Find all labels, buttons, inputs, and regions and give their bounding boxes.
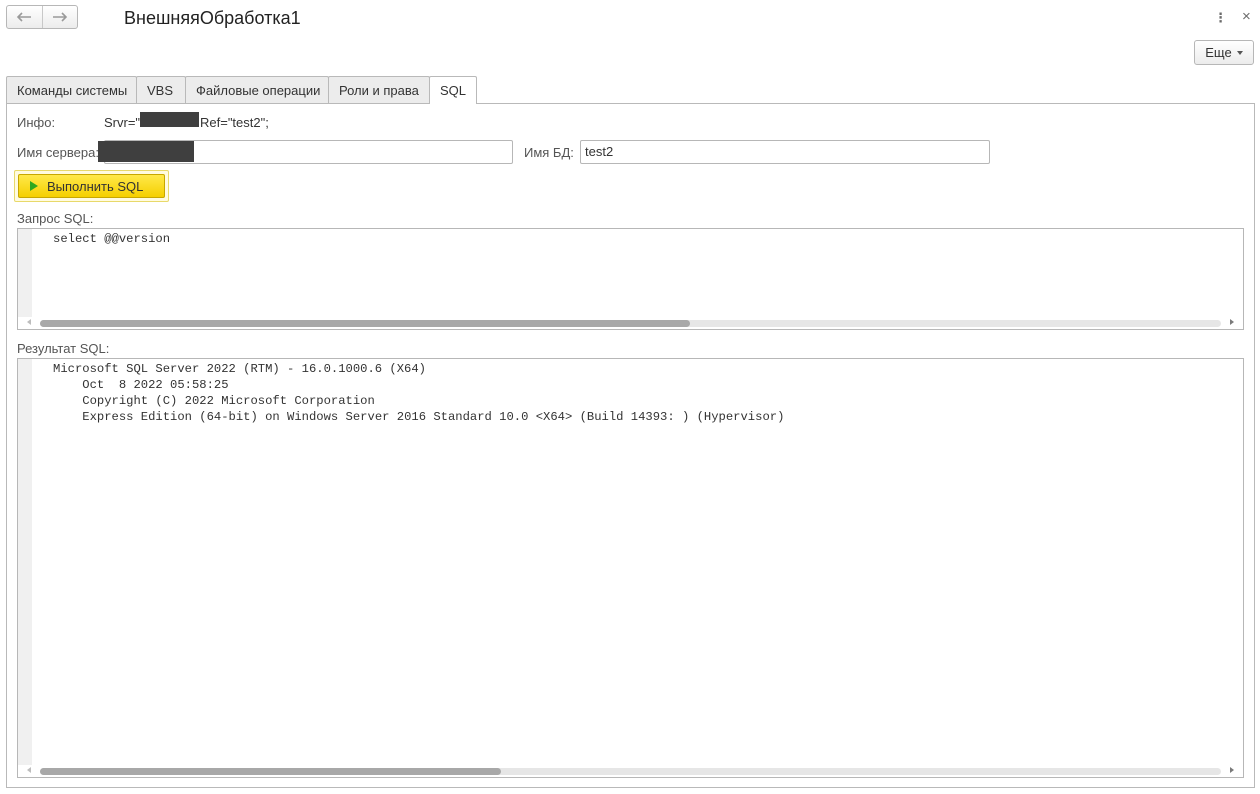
scrollbar-thumb[interactable] bbox=[40, 320, 690, 327]
tab-label: Роли и права bbox=[339, 82, 419, 98]
tab-sql[interactable]: SQL bbox=[429, 76, 477, 104]
scrollbar-track[interactable] bbox=[40, 320, 1221, 327]
run-sql-button-label: Выполнить SQL bbox=[47, 178, 144, 194]
result-horizontal-scrollbar[interactable] bbox=[18, 765, 1243, 777]
info-value-suffix: Ref="test2"; bbox=[200, 115, 269, 130]
form-title: ВнешняяОбработка1 bbox=[124, 8, 301, 28]
sql-query-editor[interactable]: select @@version bbox=[17, 228, 1244, 330]
tab-label: SQL bbox=[440, 83, 467, 98]
more-button[interactable]: Еще bbox=[1194, 40, 1254, 65]
more-button-label: Еще bbox=[1205, 45, 1232, 60]
tab-vbs[interactable]: VBS bbox=[136, 76, 186, 103]
info-label: Инфо: bbox=[17, 115, 56, 130]
forward-button[interactable] bbox=[41, 6, 78, 28]
run-button-focus-frame: Выполнить SQL bbox=[14, 170, 169, 202]
arrow-left-icon bbox=[17, 12, 32, 22]
tab-label: Команды системы bbox=[17, 82, 128, 98]
db-name-input[interactable]: test2 bbox=[580, 140, 990, 164]
arrow-right-icon bbox=[52, 12, 67, 22]
sql-result-label: Результат SQL: bbox=[17, 341, 110, 356]
redacted-block bbox=[140, 112, 199, 127]
info-value-prefix: Srvr=" bbox=[104, 115, 141, 130]
play-icon bbox=[30, 181, 38, 191]
chevron-down-icon bbox=[1236, 50, 1243, 55]
tab-bar: Команды системы VBS Файловые операции Ро… bbox=[6, 76, 477, 104]
run-sql-button[interactable]: Выполнить SQL bbox=[18, 174, 165, 198]
navigation-buttons bbox=[6, 5, 78, 29]
scroll-right-icon[interactable] bbox=[1230, 767, 1234, 773]
sql-query-label: Запрос SQL: bbox=[17, 211, 94, 226]
tab-system-commands[interactable]: Команды системы bbox=[6, 76, 137, 103]
tab-file-operations[interactable]: Файловые операции bbox=[185, 76, 329, 103]
back-button[interactable] bbox=[7, 6, 42, 28]
scroll-left-icon[interactable] bbox=[27, 319, 31, 325]
server-name-label: Имя сервера: bbox=[17, 145, 99, 160]
query-horizontal-scrollbar[interactable] bbox=[18, 317, 1243, 329]
db-name-label: Имя БД: bbox=[524, 145, 574, 160]
scroll-right-icon[interactable] bbox=[1230, 319, 1234, 325]
editor-gutter bbox=[18, 229, 32, 317]
sql-result-output[interactable]: Microsoft SQL Server 2022 (RTM) - 16.0.1… bbox=[17, 358, 1244, 778]
sql-query-text: select @@version bbox=[53, 232, 171, 246]
more-actions-menu-icon[interactable]: ⋮ bbox=[1214, 10, 1227, 26]
sql-result-text: Microsoft SQL Server 2022 (RTM) - 16.0.1… bbox=[53, 362, 785, 424]
tab-label: Файловые операции bbox=[196, 82, 321, 98]
tab-label: VBS bbox=[147, 82, 174, 98]
editor-gutter bbox=[18, 359, 32, 765]
scroll-left-icon[interactable] bbox=[27, 767, 31, 773]
tab-roles-rights[interactable]: Роли и права bbox=[328, 76, 430, 103]
redacted-block bbox=[98, 141, 194, 162]
scrollbar-thumb[interactable] bbox=[40, 768, 501, 775]
close-icon[interactable]: × bbox=[1242, 8, 1251, 25]
scrollbar-track[interactable] bbox=[40, 768, 1221, 775]
